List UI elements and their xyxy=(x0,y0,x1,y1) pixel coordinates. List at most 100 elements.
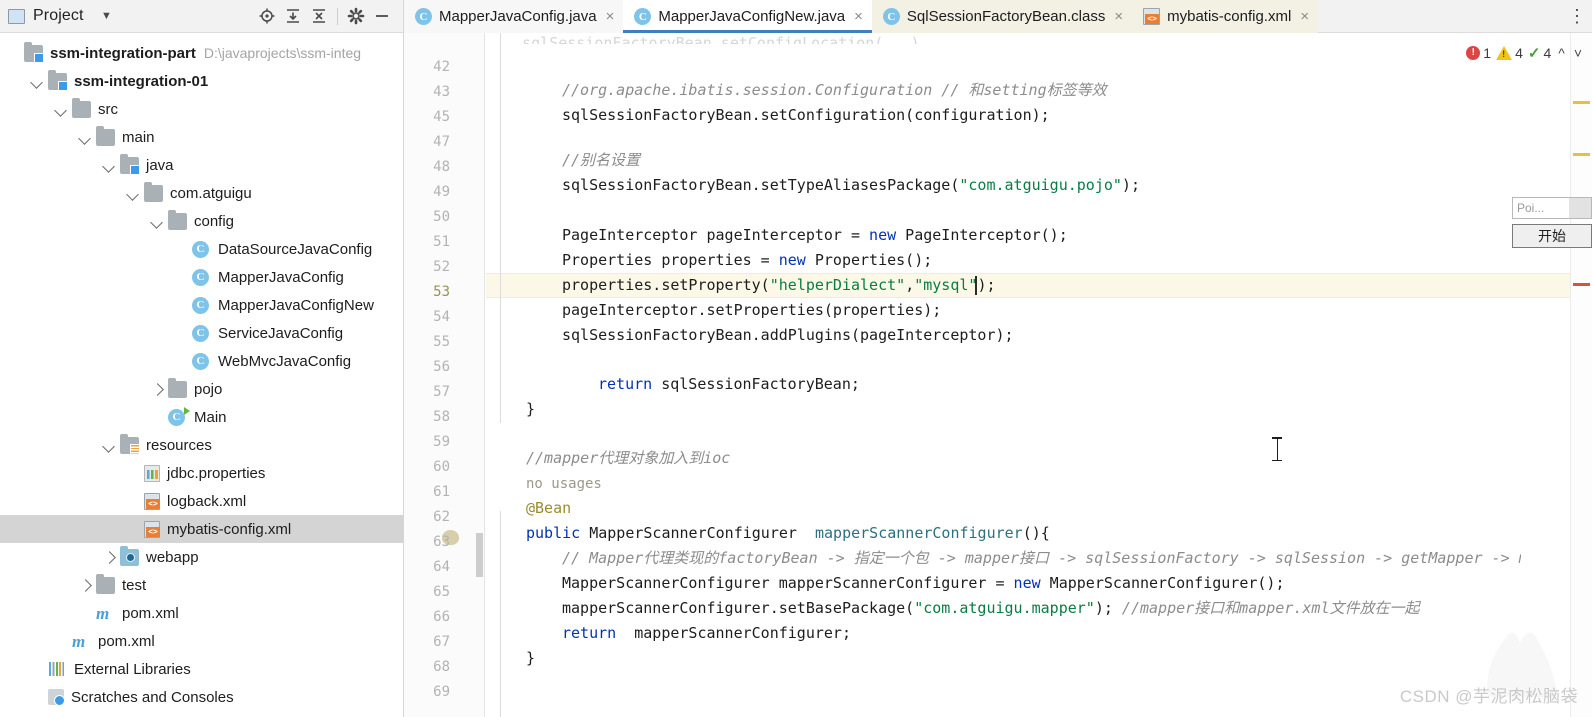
code-line[interactable]: sqlSessionFactoryBean.setConfiguration(c… xyxy=(486,103,1050,128)
minimize-icon[interactable] xyxy=(369,3,395,29)
code-token-txt: sqlSessionFactoryBean.addPlugins(pageInt… xyxy=(562,326,1014,344)
expand-all-icon[interactable] xyxy=(280,3,306,29)
error-stripe-marker[interactable] xyxy=(1573,283,1590,286)
close-icon[interactable]: × xyxy=(1300,9,1309,24)
code-token-ann: @Bean xyxy=(526,499,572,517)
code-line[interactable]: no usages xyxy=(486,471,602,496)
module-folder-icon xyxy=(24,41,44,63)
warning-indicator[interactable]: 4 xyxy=(1496,45,1523,61)
editor-tab[interactable]: C MapperJavaConfig.java × xyxy=(404,0,624,33)
code-line[interactable]: } xyxy=(486,397,535,422)
code-line[interactable]: } xyxy=(486,646,535,671)
collapse-all-icon[interactable] xyxy=(306,3,332,29)
code-line[interactable]: Properties properties = new Properties()… xyxy=(486,248,932,273)
chevron-down-icon[interactable]: ▼ xyxy=(94,3,120,29)
code-line[interactable]: //别名设置 xyxy=(486,148,640,173)
editor-tab[interactable]: C SqlSessionFactoryBean.class × xyxy=(871,0,1133,33)
tree-row[interactable]: logback.xml xyxy=(0,487,403,515)
warning-stripe-marker[interactable] xyxy=(1573,101,1590,104)
code-token-str: "helperDialect" xyxy=(769,276,906,294)
tree-item-label: src xyxy=(98,100,118,118)
twisty-placeholder xyxy=(126,494,140,508)
code-line[interactable]: mapperScannerConfigurer.setBasePackage("… xyxy=(486,596,1419,621)
editor-tab-bar: C MapperJavaConfig.java × C MapperJavaConfig… xyxy=(404,0,1592,33)
java-class-icon: C xyxy=(192,268,211,286)
tree-row[interactable]: mybatis-config.xml xyxy=(0,515,403,543)
code-line[interactable]: return sqlSessionFactoryBean; xyxy=(486,372,860,397)
tree-row[interactable]: C MapperJavaConfig xyxy=(0,263,403,291)
close-icon[interactable]: × xyxy=(1114,9,1123,24)
tree-row[interactable]: pojo xyxy=(0,375,403,403)
chevron-down-icon[interactable] xyxy=(126,186,140,200)
tree-row[interactable]: C ServiceJavaConfig xyxy=(0,319,403,347)
chevron-right-icon[interactable] xyxy=(102,550,116,564)
code-line[interactable]: public MapperScannerConfigurer mapperSca… xyxy=(486,521,1050,546)
tree-row[interactable]: test xyxy=(0,571,403,599)
popup-text-field[interactable]: Poi... xyxy=(1512,197,1592,219)
editor-tab[interactable]: C MapperJavaConfigNew.java × xyxy=(623,0,872,33)
tree-item-label: External Libraries xyxy=(74,660,191,678)
fold-region-marker[interactable] xyxy=(476,533,483,577)
code-text[interactable]: //org.apache.ibatis.session.Configuratio… xyxy=(486,33,1521,717)
chevron-down-icon[interactable] xyxy=(102,438,116,452)
chevron-up-icon[interactable]: ^ xyxy=(1556,45,1567,61)
code-line[interactable]: //org.apache.ibatis.session.Configuratio… xyxy=(486,78,1107,103)
code-line[interactable]: return mapperScannerConfigurer; xyxy=(486,621,851,646)
chevron-down-icon[interactable] xyxy=(30,74,44,88)
editor-tab[interactable]: mybatis-config.xml × xyxy=(1132,0,1319,33)
tree-row[interactable]: C MapperJavaConfigNew xyxy=(0,291,403,319)
code-line[interactable]: pageInterceptor.setProperties(properties… xyxy=(486,298,941,323)
project-tree[interactable]: ssm-integration-part D:\javaprojects\ssm-… xyxy=(0,33,403,711)
error-stripe-gutter[interactable] xyxy=(1570,33,1592,717)
tree-item-label: MapperJavaConfig xyxy=(218,268,344,286)
line-number: 57 xyxy=(433,384,450,400)
text-cursor-icon xyxy=(1272,437,1282,461)
start-button[interactable]: 开始 xyxy=(1512,224,1592,248)
tree-row[interactable]: C DataSourceJavaConfig xyxy=(0,235,403,263)
chevron-down-icon[interactable] xyxy=(78,130,92,144)
tree-row[interactable]: m pom.xml xyxy=(0,627,403,655)
code-line[interactable]: properties.setProperty("helperDialect","… xyxy=(486,273,996,298)
gear-icon[interactable] xyxy=(343,3,369,29)
chevron-down-icon[interactable] xyxy=(102,158,116,172)
warning-stripe-marker[interactable] xyxy=(1573,153,1590,156)
code-line[interactable]: // Mapper代理类现的factoryBean -> 指定一个包 -> ma… xyxy=(486,546,1521,571)
error-indicator[interactable]: ! 1 xyxy=(1466,45,1491,61)
tree-row[interactable]: main xyxy=(0,123,403,151)
close-icon[interactable]: × xyxy=(606,9,615,24)
inspections-widget[interactable]: ! 1 4 ✓ 4 ^ ˅ xyxy=(1466,44,1584,62)
tree-row[interactable]: C WebMvcJavaConfig xyxy=(0,347,403,375)
weak-warning-icon: ✓ xyxy=(1527,45,1541,62)
close-icon[interactable]: × xyxy=(854,9,863,24)
tool-popup[interactable]: Poi... 开始 xyxy=(1512,197,1592,248)
code-line[interactable]: sqlSessionFactoryBean.addPlugins(pageInt… xyxy=(486,323,1014,348)
code-line[interactable]: MapperScannerConfigurer mapperScannerCon… xyxy=(486,571,1284,596)
code-line[interactable]: @Bean xyxy=(486,496,571,521)
chevron-down-icon[interactable] xyxy=(150,214,164,228)
tree-row[interactable]: webapp xyxy=(0,543,403,571)
tree-row[interactable]: jdbc.properties xyxy=(0,459,403,487)
editor-gutter[interactable]: 42 43 45 47 48 49 50 51 52 53 54 55 56 57 58 59 60 61 62 63… xyxy=(404,33,485,717)
weak-warning-indicator[interactable]: ✓ 4 xyxy=(1528,44,1551,62)
twisty-placeholder xyxy=(174,242,188,256)
tree-row[interactable]: Scratches and Consoles xyxy=(0,683,403,711)
chevron-right-icon[interactable] xyxy=(150,382,164,396)
chevron-down-icon[interactable]: ˅ xyxy=(1572,45,1584,61)
chevron-right-icon[interactable] xyxy=(78,578,92,592)
tree-row[interactable]: resources xyxy=(0,431,403,459)
tree-row[interactable]: External Libraries xyxy=(0,655,403,683)
tree-row[interactable]: C Main xyxy=(0,403,403,431)
tree-row[interactable]: m pom.xml xyxy=(0,599,403,627)
tree-row[interactable]: ssm-integration-01 xyxy=(0,67,403,95)
tree-row[interactable]: config xyxy=(0,207,403,235)
code-line[interactable]: PageInterceptor pageInterceptor = new Pa… xyxy=(486,223,1068,248)
code-line[interactable]: //mapper代理对象加入到ioc xyxy=(486,446,730,471)
tree-row[interactable]: src xyxy=(0,95,403,123)
locate-icon[interactable] xyxy=(254,3,280,29)
chevron-down-icon[interactable] xyxy=(54,102,68,116)
tree-row[interactable]: com.atguigu xyxy=(0,179,403,207)
tree-row[interactable]: ssm-integration-part D:\javaprojects\ssm-… xyxy=(0,39,403,67)
tree-row[interactable]: java xyxy=(0,151,403,179)
code-line[interactable]: sqlSessionFactoryBean.setTypeAliasesPack… xyxy=(486,173,1140,198)
more-vertical-icon[interactable]: ⋮ xyxy=(1562,0,1592,32)
